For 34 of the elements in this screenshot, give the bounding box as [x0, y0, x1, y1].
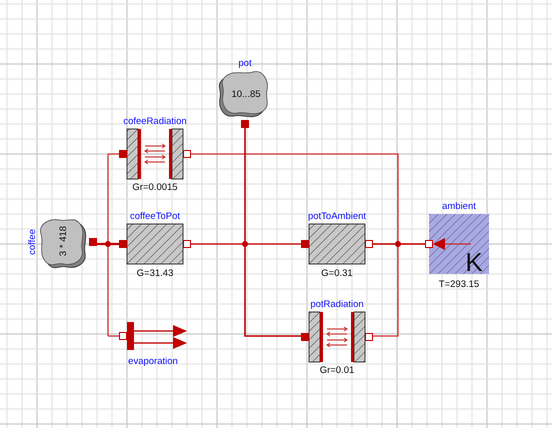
component-label: pot: [238, 58, 252, 69]
port-connector[interactable]: [119, 332, 127, 340]
port-connector[interactable]: [425, 240, 433, 248]
heat-capacitor-drawing[interactable]: [218, 71, 268, 118]
junction-dot: [395, 241, 401, 247]
component-label: potRadiation: [310, 299, 364, 310]
component-value: G=0.31: [321, 268, 353, 279]
component-value: Gr=0.01: [320, 365, 354, 376]
arrow-icon: [433, 238, 471, 250]
heat-flow-drawing[interactable]: [127, 322, 187, 350]
radiation-drawing[interactable]: [308, 312, 366, 362]
junction-dot: [105, 241, 111, 247]
component-value: G=31.43: [136, 268, 174, 279]
component-label: coffee: [27, 229, 38, 255]
component-value: Gr=0.0015: [132, 182, 178, 193]
junction-dot: [242, 241, 248, 247]
component-label: evaporation: [128, 356, 178, 367]
port-connector[interactable]: [183, 150, 191, 158]
conductor-block[interactable]: [126, 224, 184, 264]
unit-text: K: [465, 247, 483, 277]
fixed-temperature-block[interactable]: [429, 214, 489, 274]
port-connector[interactable]: [365, 333, 373, 341]
component-label: ambient: [442, 201, 476, 212]
component-label: coffeeToPot: [130, 211, 180, 222]
port-connector[interactable]: [365, 240, 373, 248]
conductor-block[interactable]: [308, 224, 366, 264]
component-value: 10...85: [231, 89, 261, 100]
port-connector[interactable]: [183, 240, 191, 248]
component-label: cofeeRadiation: [123, 116, 187, 127]
component-label: potToAmbient: [308, 211, 366, 222]
heat-capacitor-drawing[interactable]: [40, 219, 86, 268]
radiation-drawing[interactable]: [126, 128, 184, 180]
component-value: T=293.15: [438, 279, 480, 290]
component-value: 3 * 418: [58, 226, 69, 256]
